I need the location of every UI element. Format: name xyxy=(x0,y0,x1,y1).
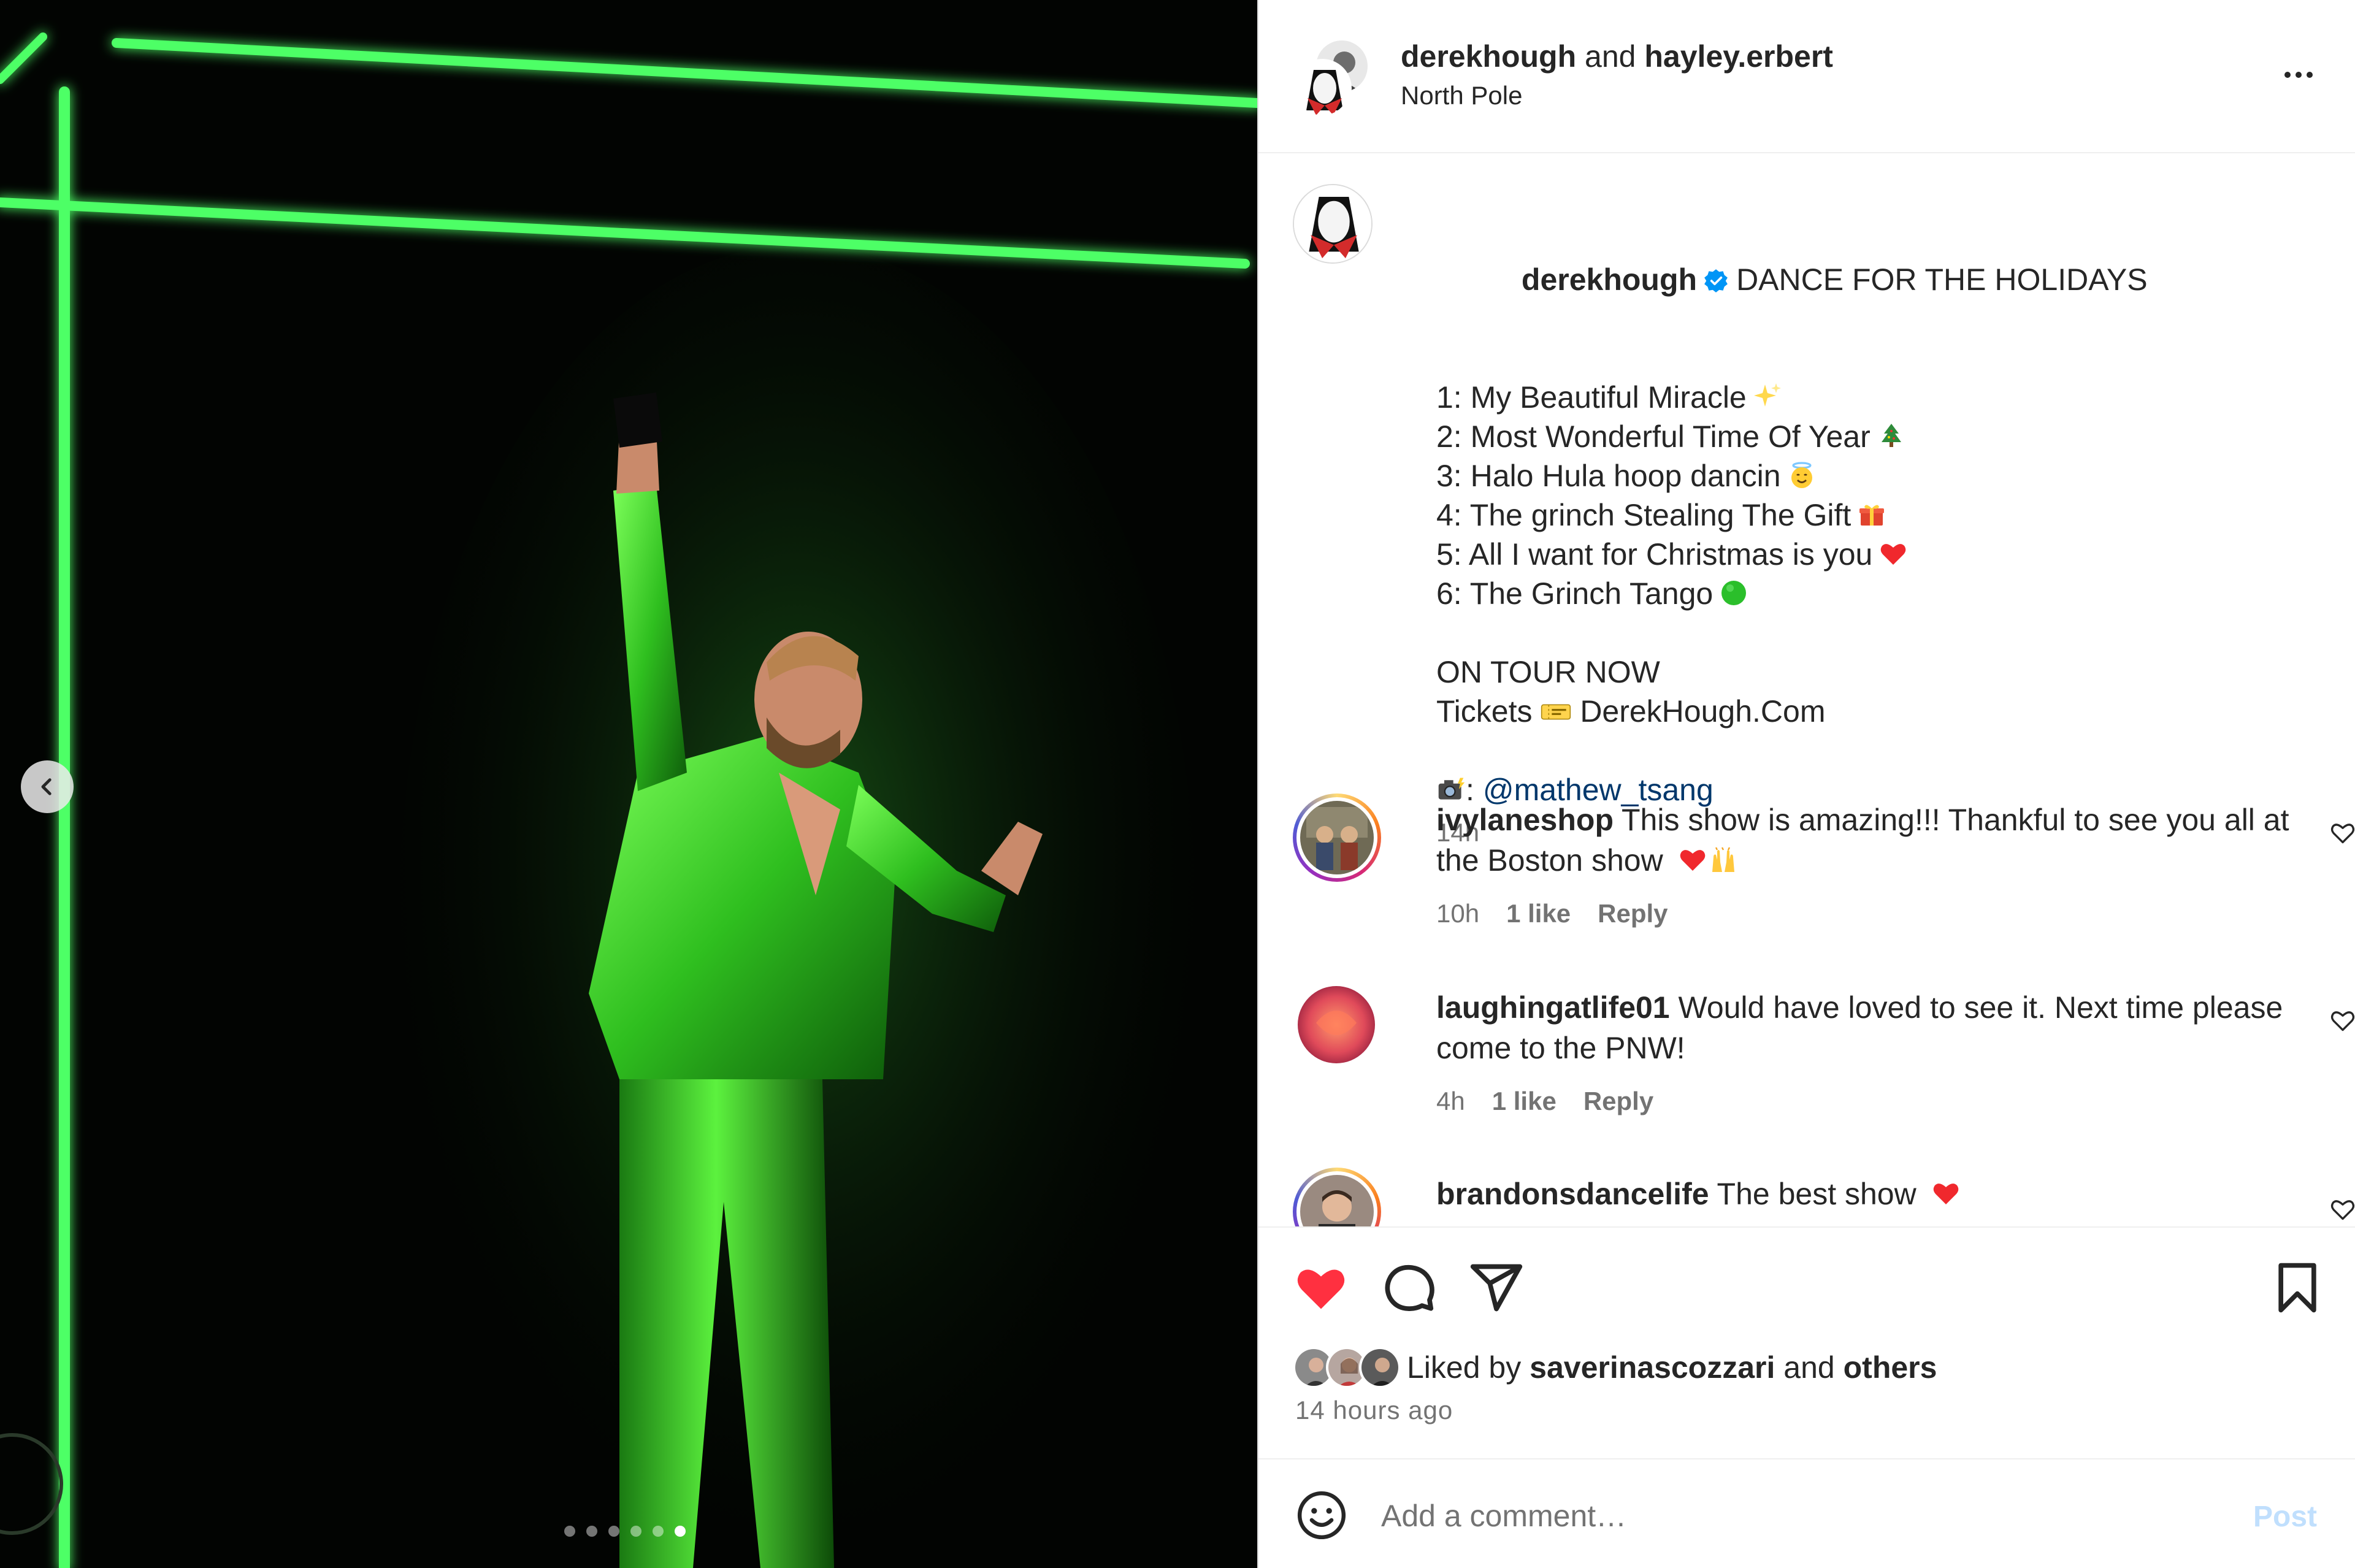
carousel-dot xyxy=(586,1526,597,1537)
sparkles-icon xyxy=(1753,383,1781,407)
post-location[interactable]: North Pole xyxy=(1401,80,1522,112)
and-text: and xyxy=(1585,39,1636,74)
caption-tickets-site: DerekHough.Com xyxy=(1580,694,1826,729)
avatar xyxy=(1293,59,1352,118)
comment-meta: 4h 1 like Reply xyxy=(1436,1085,1653,1117)
caption-text: derekhough DANCE FOR THE HOLIDAYS 1: My B… xyxy=(1436,221,2295,849)
previous-slide-button[interactable] xyxy=(21,760,74,813)
like-comment-heart-icon[interactable] xyxy=(2329,1196,2355,1223)
halo-face-icon xyxy=(1791,462,1812,488)
red-heart-icon xyxy=(1933,1184,1958,1204)
christmas-tree-icon xyxy=(1881,424,1901,447)
carousel-dot xyxy=(564,1526,575,1537)
chevron-left-icon xyxy=(41,778,52,795)
liker-avatars xyxy=(1293,1347,1402,1388)
carousel-dot-active xyxy=(675,1526,686,1537)
comments-list[interactable]: derekhough DANCE FOR THE HOLIDAYS 1: My B… xyxy=(1258,155,2355,1226)
comment-body: laughingatlife01 Would have loved to see… xyxy=(1436,987,2319,1068)
raised-hands-icon xyxy=(1712,847,1734,872)
post-sidebar: derekhough and hayley.erbert North Pole … xyxy=(1257,0,2355,1568)
avatar xyxy=(1359,1347,1401,1388)
collaborator-username[interactable]: hayley.erbert xyxy=(1644,39,1833,74)
likes-summary: Liked by saverinascozzari and others xyxy=(1293,1347,1937,1388)
caption-tour: ON TOUR NOW xyxy=(1436,655,1660,689)
liker-username[interactable]: saverinascozzari xyxy=(1530,1350,1775,1385)
avatar xyxy=(1300,801,1374,874)
more-dot xyxy=(2296,72,2302,78)
comment-time[interactable]: 4h xyxy=(1436,1085,1465,1117)
comment-body: ivylaneshop This show is amazing!!! Than… xyxy=(1436,800,2319,881)
avatar[interactable] xyxy=(1293,184,1373,264)
post-actions: Liked by saverinascozzari and others 14 … xyxy=(1258,1226,2355,1458)
comment-meta: 10h 1 like Reply xyxy=(1436,898,1668,930)
like-comment-heart-icon[interactable] xyxy=(2329,819,2355,846)
more-dot xyxy=(2284,72,2291,78)
post-media[interactable] xyxy=(0,0,1257,1568)
red-heart-icon xyxy=(1881,544,1906,565)
comment-likes[interactable]: 1 like xyxy=(1492,1085,1557,1117)
like-comment-heart-icon[interactable] xyxy=(2329,1007,2355,1034)
comment-text: The best show xyxy=(1717,1177,1917,1211)
likes-and: and xyxy=(1783,1350,1835,1385)
caption-line: 3: Halo Hula hoop dancin xyxy=(1436,459,1781,493)
save-bookmark-icon[interactable] xyxy=(2269,1260,2326,1316)
reply-button[interactable]: Reply xyxy=(1598,898,1668,930)
likes-prefix: Liked by xyxy=(1407,1350,1522,1385)
reply-button[interactable]: Reply xyxy=(1583,1085,1653,1117)
caption-line: 5: All I want for Christmas is you xyxy=(1436,537,1873,572)
avatar[interactable] xyxy=(1298,986,1375,1063)
caption-line: 6: The Grinch Tango xyxy=(1436,576,1714,611)
comment-username[interactable]: laughingatlife01 xyxy=(1436,990,1670,1025)
post-authors: derekhough and hayley.erbert xyxy=(1401,38,1833,75)
carousel-dot xyxy=(653,1526,664,1537)
more-dot xyxy=(2307,72,2313,78)
share-paper-plane-icon[interactable] xyxy=(1468,1260,1525,1316)
caption-line: 1: My Beautiful Miracle xyxy=(1436,380,1747,415)
ticket-icon xyxy=(1541,704,1571,720)
gift-icon xyxy=(1859,505,1885,526)
caption-username[interactable]: derekhough xyxy=(1522,262,1697,297)
author-username[interactable]: derekhough xyxy=(1401,39,1576,74)
comment-time[interactable]: 10h xyxy=(1436,898,1479,930)
add-comment-input[interactable] xyxy=(1381,1491,2178,1540)
like-heart-icon[interactable] xyxy=(1293,1260,1349,1316)
comment-body: brandonsdancelife The best show xyxy=(1436,1174,2319,1214)
green-circle-icon xyxy=(1721,581,1747,605)
avatar-story-ring[interactable] xyxy=(1293,1168,1381,1226)
avatar xyxy=(1300,1175,1374,1226)
caption-tickets-label: Tickets xyxy=(1436,694,1533,729)
red-heart-icon xyxy=(1680,850,1705,871)
more-options-button[interactable] xyxy=(2274,56,2323,93)
carousel-dot xyxy=(630,1526,641,1537)
carousel-indicator xyxy=(564,1526,686,1537)
collab-avatars[interactable] xyxy=(1293,38,1373,118)
caption-line: 2: Most Wonderful Time Of Year xyxy=(1436,419,1871,454)
comment-likes[interactable]: 1 like xyxy=(1506,898,1571,930)
emoji-smile-icon[interactable] xyxy=(1295,1489,1348,1542)
likes-others[interactable]: others xyxy=(1844,1350,1937,1385)
caption-line: 4: The grinch Stealing The Gift xyxy=(1436,498,1851,532)
post-comment-button[interactable]: Post xyxy=(2253,1500,2317,1534)
caption-headline: DANCE FOR THE HOLIDAYS xyxy=(1736,262,2148,297)
add-comment-bar: Post xyxy=(1258,1458,2355,1568)
avatar-story-ring[interactable] xyxy=(1293,794,1381,882)
carousel-dot xyxy=(608,1526,619,1537)
dancer-photo xyxy=(0,0,1257,1568)
comment-username[interactable]: brandonsdancelife xyxy=(1436,1177,1709,1211)
camera-flash-icon xyxy=(1438,778,1465,800)
post-timestamp[interactable]: 14 hours ago xyxy=(1295,1396,1453,1425)
comment-username[interactable]: ivylaneshop xyxy=(1436,803,1614,837)
post-header: derekhough and hayley.erbert North Pole xyxy=(1258,0,2355,153)
verified-badge-icon xyxy=(1704,269,1728,293)
comment-bubble-icon[interactable] xyxy=(1381,1260,1438,1316)
likes-text: Liked by saverinascozzari and others xyxy=(1407,1350,1937,1385)
